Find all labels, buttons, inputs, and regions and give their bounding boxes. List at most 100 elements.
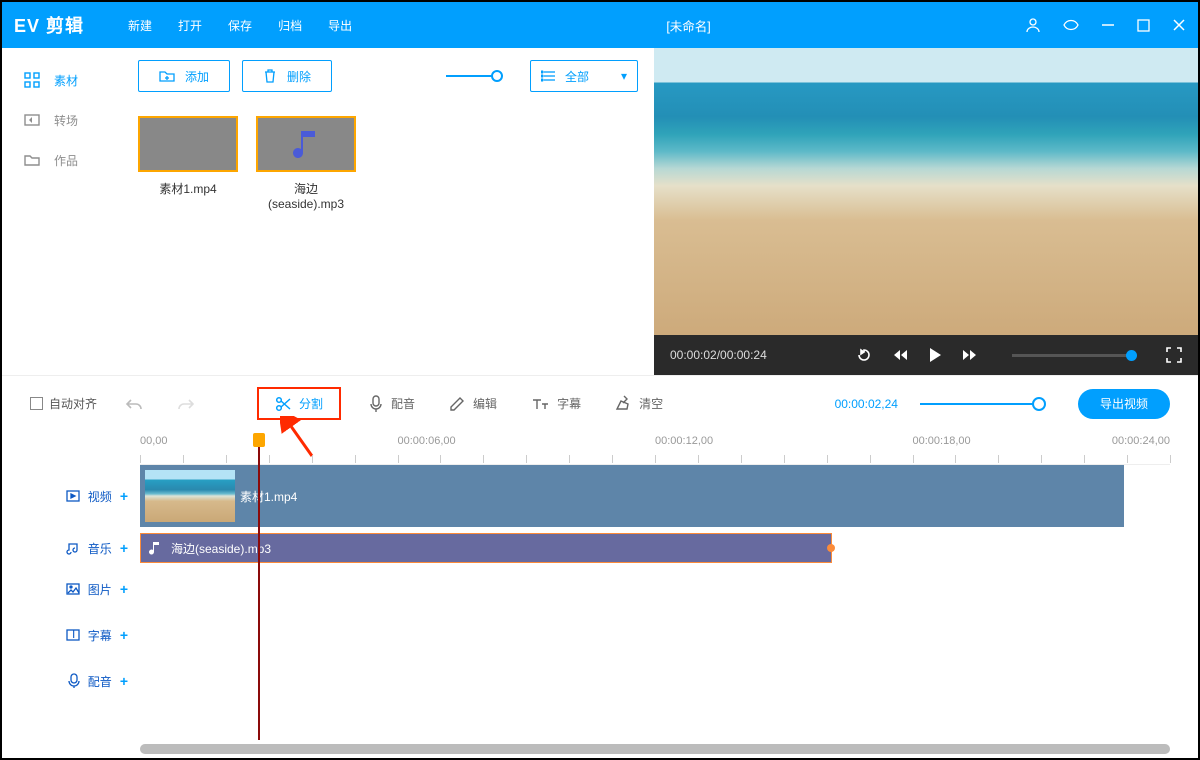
tab-label: 转场 xyxy=(54,112,78,129)
music-note-icon xyxy=(291,127,321,161)
progress-thumb[interactable] xyxy=(1126,350,1137,361)
subtitle-button[interactable]: 字幕 xyxy=(525,391,587,416)
track-dub: 配音 + xyxy=(2,661,1170,701)
horizontal-scrollbar[interactable] xyxy=(140,744,1170,754)
preview-frame xyxy=(654,48,1198,335)
track-label-video: 视频 + xyxy=(2,488,140,505)
thumbnail-size-slider[interactable] xyxy=(446,75,498,77)
maximize-icon[interactable] xyxy=(1137,19,1150,32)
tab-assets[interactable]: 素材 xyxy=(2,60,122,100)
timeline: 00,00 00:00:06,00 00:00:12,00 00:00:18,0… xyxy=(2,431,1198,758)
export-label: 导出视频 xyxy=(1100,395,1148,412)
folder-icon xyxy=(24,153,40,167)
auto-align-label: 自动对齐 xyxy=(49,395,97,412)
subtitle-icon: T xyxy=(66,629,80,641)
fullscreen-icon[interactable] xyxy=(1166,347,1182,363)
zoom-thumb[interactable] xyxy=(1032,397,1046,411)
add-track-icon[interactable]: + xyxy=(120,488,128,504)
split-button[interactable]: 分割 xyxy=(257,387,341,420)
add-button[interactable]: 添加 xyxy=(138,60,230,92)
asset-caption: 海边(seaside).mp3 xyxy=(256,180,356,211)
delete-button[interactable]: 删除 xyxy=(242,60,332,92)
playhead[interactable] xyxy=(258,433,260,740)
dub-button[interactable]: 配音 xyxy=(363,391,421,417)
ruler-tick: 00:00:24,00 xyxy=(1112,435,1170,447)
preview-time: 00:00:02/00:00:24 xyxy=(670,348,767,362)
track-label-dub: 配音 + xyxy=(2,673,140,690)
list-icon xyxy=(541,70,555,82)
video-clip[interactable]: 素材1.mp4 xyxy=(140,465,1124,527)
music-note-icon xyxy=(149,541,161,555)
asset-item-video[interactable]: 素材1.mp4 xyxy=(138,116,238,211)
close-icon[interactable] xyxy=(1172,18,1186,32)
edit-label: 编辑 xyxy=(473,395,497,412)
menu-save[interactable]: 保存 xyxy=(228,17,252,34)
clear-button[interactable]: 清空 xyxy=(609,391,669,417)
zoom-slider[interactable] xyxy=(920,403,1040,405)
rewind-icon[interactable] xyxy=(892,348,908,362)
track-music: 音乐 + 海边(seaside).mp3 xyxy=(2,533,1170,563)
auto-align-checkbox[interactable]: 自动对齐 xyxy=(30,395,97,412)
chevron-down-icon: ▾ xyxy=(621,69,627,83)
export-video-button[interactable]: 导出视频 xyxy=(1078,389,1170,419)
menu-open[interactable]: 打开 xyxy=(178,17,202,34)
filter-select[interactable]: 全部 ▾ xyxy=(530,60,638,92)
window-controls xyxy=(1025,17,1186,33)
asset-row: 素材 转场 作品 添加 xyxy=(2,48,654,375)
clip-label: 海边(seaside).mp3 xyxy=(171,540,271,557)
play-icon[interactable] xyxy=(928,347,942,363)
scrollbar-thumb[interactable] xyxy=(140,744,1170,754)
track-image: 图片 + xyxy=(2,569,1170,609)
scissors-icon xyxy=(275,396,291,412)
music-icon xyxy=(66,541,80,555)
clear-label: 清空 xyxy=(639,395,663,412)
minimize-icon[interactable] xyxy=(1101,18,1115,32)
undo-icon xyxy=(125,397,143,411)
skin-icon[interactable] xyxy=(1063,18,1079,32)
app-window: EV 剪辑 新建 打开 保存 归档 导出 [未命名] 素材 xyxy=(2,2,1198,758)
redo-button[interactable] xyxy=(171,393,201,415)
asset-item-audio[interactable]: 海边(seaside).mp3 xyxy=(256,116,356,211)
track-label-music: 音乐 + xyxy=(2,540,140,557)
timeline-ruler[interactable]: 00,00 00:00:06,00 00:00:12,00 00:00:18,0… xyxy=(140,435,1170,465)
tab-transitions[interactable]: 转场 xyxy=(2,100,122,140)
edit-button[interactable]: 编辑 xyxy=(443,391,503,416)
video-icon xyxy=(66,490,80,502)
add-track-icon[interactable]: + xyxy=(120,581,128,597)
asset-panel: 添加 删除 全部 ▾ xyxy=(122,48,654,375)
checkbox-box xyxy=(30,397,43,410)
preview-viewport[interactable] xyxy=(654,48,1198,335)
trash-icon xyxy=(263,68,277,84)
clip-label: 素材1.mp4 xyxy=(240,488,297,505)
clip-end-handle[interactable] xyxy=(827,544,835,552)
menu-new[interactable]: 新建 xyxy=(128,17,152,34)
add-track-icon[interactable]: + xyxy=(120,540,128,556)
user-icon[interactable] xyxy=(1025,17,1041,33)
svg-text:T: T xyxy=(70,629,78,641)
mic-icon xyxy=(369,395,383,413)
preview-progress[interactable] xyxy=(1012,354,1132,357)
track-name: 配音 xyxy=(88,673,112,690)
replay-icon[interactable] xyxy=(856,347,872,363)
menu-export[interactable]: 导出 xyxy=(328,17,352,34)
timecode-display: 00:00:02,24 xyxy=(835,397,898,411)
preview-controls: 00:00:02/00:00:24 xyxy=(654,335,1198,375)
add-track-icon[interactable]: + xyxy=(120,673,128,689)
tab-label: 作品 xyxy=(54,152,78,169)
tab-works[interactable]: 作品 xyxy=(2,140,122,180)
add-track-icon[interactable]: + xyxy=(120,627,128,643)
slider-thumb[interactable] xyxy=(491,70,503,82)
pencil-icon xyxy=(449,396,465,412)
menu-archive[interactable]: 归档 xyxy=(278,17,302,34)
audio-clip[interactable]: 海边(seaside).mp3 xyxy=(140,533,832,563)
undo-button[interactable] xyxy=(119,393,149,415)
track-subtitle: T 字幕 + xyxy=(2,615,1170,655)
slider-track xyxy=(446,75,498,77)
playhead-handle[interactable] xyxy=(253,433,265,447)
asset-thumbnails: 素材1.mp4 海边(seaside).mp3 xyxy=(138,116,638,211)
add-folder-icon xyxy=(159,69,175,83)
timeline-toolbar: 自动对齐 分割 配音 编辑 字幕 清空 00:00:02,24 导出视频 xyxy=(2,375,1198,431)
app-logo: EV 剪辑 xyxy=(14,12,84,38)
side-tabs: 素材 转场 作品 xyxy=(2,48,122,375)
forward-icon[interactable] xyxy=(962,348,978,362)
